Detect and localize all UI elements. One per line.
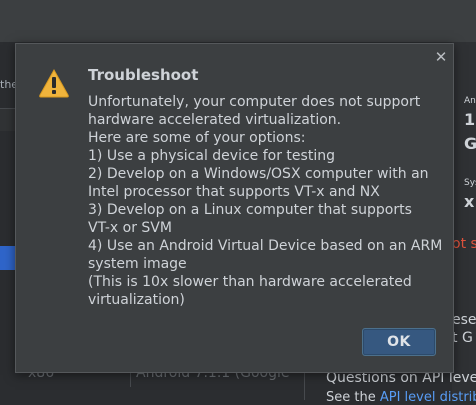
message-line: 1) Use a physical device for testing bbox=[88, 148, 335, 164]
close-icon[interactable]: ✕ bbox=[434, 50, 448, 65]
message-line: hardware accelerated virtualization. bbox=[88, 112, 342, 128]
dialog-title: Troubleshoot bbox=[88, 66, 199, 84]
message-line: 4) Use an Android Virtual Device based o… bbox=[88, 238, 443, 254]
dialog-message: Unfortunately, your computer does not su… bbox=[88, 93, 443, 309]
background-see-text: See the API level distrib bbox=[326, 390, 476, 405]
background-right-value: 1 bbox=[464, 110, 476, 129]
message-line: 2) Develop on a Windows/OSX computer wit… bbox=[88, 166, 429, 182]
background-right-value: x bbox=[464, 192, 475, 211]
message-line: Here are some of your options: bbox=[88, 130, 306, 146]
background-right-value: G bbox=[464, 134, 476, 153]
background-right-text: ese bbox=[452, 312, 476, 328]
background-right-label: Sys bbox=[464, 178, 476, 188]
message-line: 3) Develop on a Linux computer that supp… bbox=[88, 202, 412, 218]
message-line: Intel processor that supports VT-x and N… bbox=[88, 184, 380, 200]
message-line: Unfortunately, your computer does not su… bbox=[88, 94, 421, 110]
troubleshoot-dialog: ✕ Troubleshoot Unfortunately, your compu… bbox=[15, 43, 454, 373]
background-see-label: See the bbox=[326, 390, 380, 405]
background-api-link[interactable]: API level distrib bbox=[380, 390, 476, 405]
message-line: system image bbox=[88, 256, 187, 272]
background-toolbar bbox=[0, 0, 476, 42]
background-right-text: t G bbox=[452, 330, 473, 346]
warning-icon bbox=[38, 68, 70, 98]
ok-button[interactable]: OK bbox=[362, 328, 436, 356]
background-right-label: An bbox=[464, 96, 476, 106]
background-right-panel: An 1 G Sys x ot su ese t G bbox=[452, 42, 476, 400]
message-line: VT-x or SVM bbox=[88, 220, 172, 236]
message-line: (This is 10x slower than hardware accele… bbox=[88, 274, 412, 290]
message-line: virtualization) bbox=[88, 292, 185, 308]
background-warning-text: ot su bbox=[452, 236, 476, 252]
